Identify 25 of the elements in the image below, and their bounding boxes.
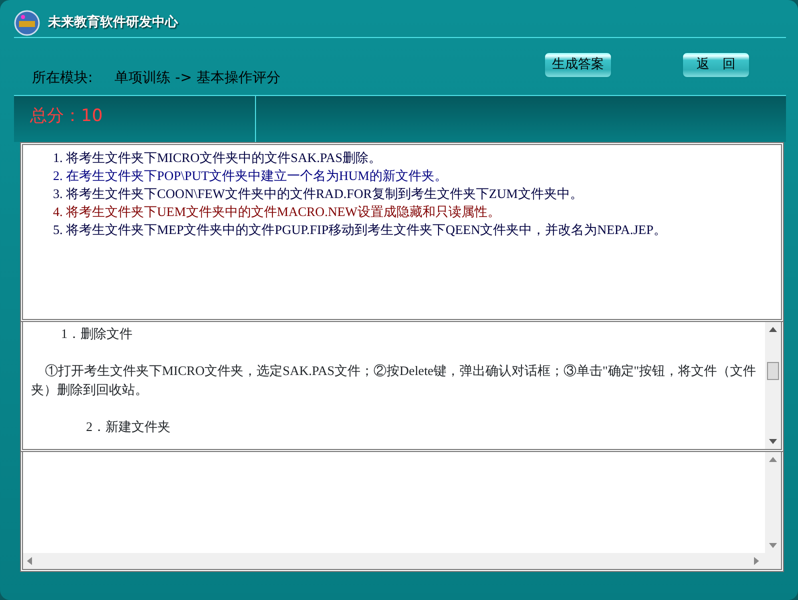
vertical-scrollbar[interactable] (765, 452, 781, 553)
scroll-up-icon[interactable] (769, 457, 777, 462)
task-item: 5. 将考生文件夹下MEP文件夹中的文件PGUP.FIP移动到考生文件夹下QEEN文件夹中，并改名为NEPA.JEP。 (53, 221, 668, 239)
scroll-thumb[interactable] (767, 362, 779, 380)
module-label: 所在模块: (32, 69, 93, 88)
logo-icon (14, 10, 40, 36)
scroll-down-icon[interactable] (769, 543, 777, 548)
scroll-right-icon[interactable] (754, 557, 759, 565)
scrollbar[interactable] (765, 322, 781, 449)
scroll-down-icon[interactable] (769, 439, 777, 444)
window-title: 未来教育软件研发中心 (48, 14, 178, 32)
task-item: 4. 将考生文件夹下UEM文件夹中的文件MACRO.NEW设置成隐藏和只读属性。 (53, 203, 502, 221)
answer-paragraph: ①打开考生文件夹下MICRO文件夹，选定SAK.PAS文件；②按Delete键，弹出确认对话框；③单击"确定"按钮，将文件（文件夹）删除到回收站。 (31, 362, 757, 399)
scroll-up-icon[interactable] (769, 327, 777, 332)
task-item: 2. 在考生文件夹下POP\PUT文件夹中建立一个名为HUM的新文件夹。 (53, 167, 448, 185)
toolbar-button[interactable]: 返 回 (682, 52, 750, 78)
total-score: 总分：10 (30, 106, 103, 126)
task-item: 3. 将考生文件夹下COON\FEW文件夹中的文件RAD.FOR复制到考生文件夹下ZUM文件夹中。 (53, 185, 584, 203)
answer-heading: 1．删除文件 (60, 325, 134, 343)
scroll-left-icon[interactable] (27, 557, 32, 565)
answer-heading: 2．新建文件夹 (85, 418, 172, 436)
module-path: 单项训练 -> 基本操作评分 (114, 69, 280, 88)
task-item: 1. 将考生文件夹下MICRO文件夹中的文件SAK.PAS删除。 (53, 149, 383, 167)
toolbar-button[interactable]: 生成答案 (544, 52, 612, 78)
horizontal-scrollbar[interactable] (23, 553, 781, 569)
